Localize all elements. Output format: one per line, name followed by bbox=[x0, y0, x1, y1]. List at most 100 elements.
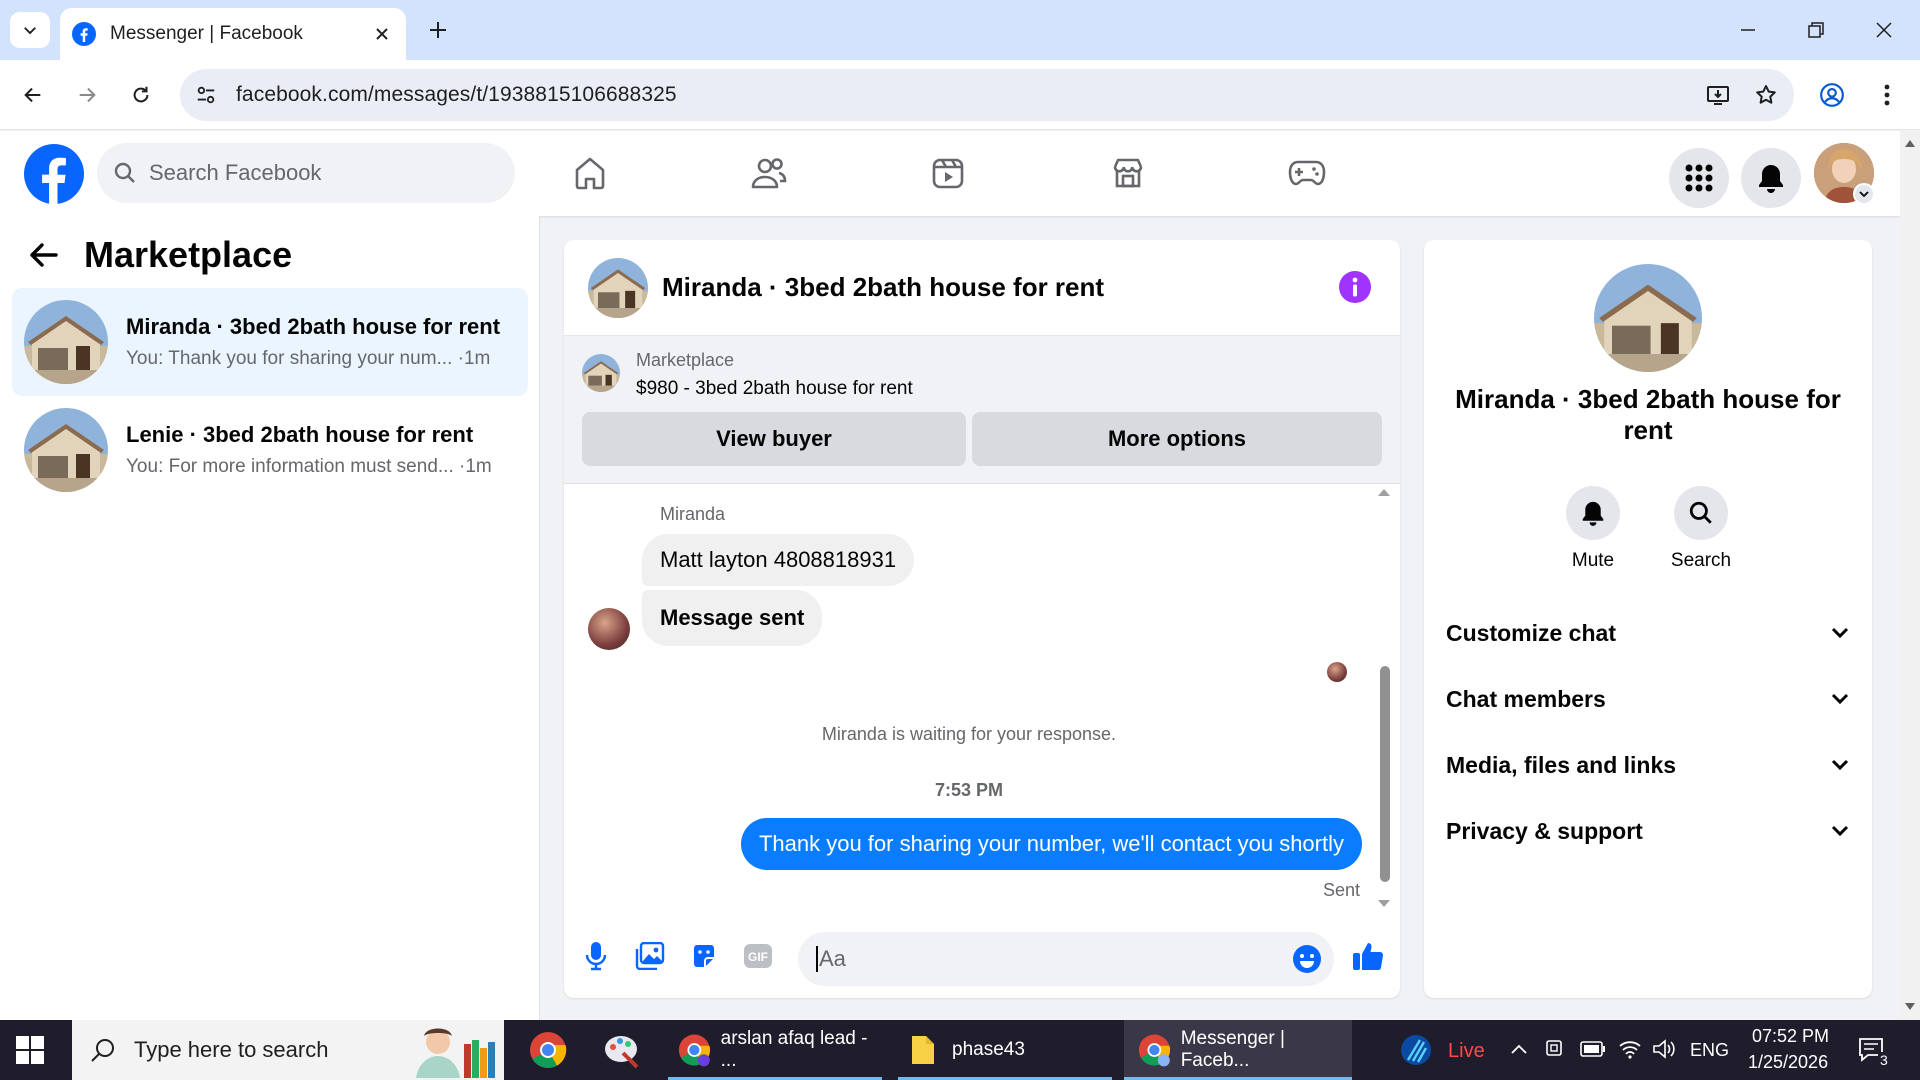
nav-video[interactable] bbox=[888, 143, 1008, 203]
section-media-files-links[interactable]: Media, files and links bbox=[1446, 740, 1850, 790]
chevron-down-icon bbox=[1831, 693, 1849, 705]
emoji-icon[interactable] bbox=[1292, 944, 1322, 974]
listing-title[interactable]: $980 - 3bed 2bath house for rent bbox=[636, 378, 913, 400]
nav-friends[interactable] bbox=[709, 143, 829, 203]
nav-gaming[interactable] bbox=[1247, 143, 1367, 203]
taskbar-chrome[interactable] bbox=[520, 1020, 576, 1080]
back-button[interactable] bbox=[14, 76, 52, 114]
meet-now-icon[interactable] bbox=[1544, 1038, 1566, 1060]
site-info-button[interactable] bbox=[186, 75, 226, 115]
chrome-icon bbox=[530, 1032, 567, 1069]
tab-close-button[interactable] bbox=[370, 22, 394, 46]
notifications-button[interactable] bbox=[1741, 148, 1801, 208]
video-icon bbox=[932, 158, 964, 189]
conversation-item-lenie[interactable]: Lenie · 3bed 2bath house for rent You: F… bbox=[12, 396, 528, 504]
profile-button[interactable] bbox=[1813, 76, 1851, 114]
outgoing-message[interactable]: Thank you for sharing your number, we'll… bbox=[740, 818, 1362, 870]
mute-button[interactable]: Mute bbox=[1538, 486, 1648, 572]
battery-icon[interactable] bbox=[1580, 1040, 1606, 1058]
read-receipt-avatar bbox=[1327, 662, 1347, 682]
microphone-icon bbox=[585, 942, 607, 971]
taskbar-chrome-window-lead[interactable]: arslan afaq lead - ... bbox=[668, 1020, 882, 1080]
address-bar[interactable]: facebook.com/messages/t/1938815106688325 bbox=[180, 69, 1794, 121]
new-tab-button[interactable] bbox=[422, 14, 454, 46]
cricket-live-icon[interactable] bbox=[1400, 1034, 1432, 1066]
house-image-icon bbox=[1594, 264, 1702, 372]
browser-menu-button[interactable] bbox=[1868, 76, 1906, 114]
more-options-button[interactable]: More options bbox=[972, 412, 1382, 466]
conversation-preview: You: For more information must send... ·… bbox=[126, 456, 492, 477]
view-buyer-button[interactable]: View buyer bbox=[582, 412, 966, 466]
incoming-message[interactable]: Message sent bbox=[642, 590, 823, 646]
browser-tab-strip: Messenger | Facebook bbox=[0, 0, 1920, 60]
page-title: Marketplace bbox=[84, 234, 293, 275]
chat-scroll-thumb[interactable] bbox=[1380, 666, 1390, 882]
search-in-conversation-button[interactable]: Search bbox=[1646, 486, 1756, 572]
section-chat-members[interactable]: Chat members bbox=[1446, 674, 1850, 724]
section-label: Customize chat bbox=[1446, 619, 1616, 646]
house-thumbnail bbox=[24, 300, 108, 384]
friends-icon bbox=[751, 158, 787, 189]
nav-marketplace[interactable] bbox=[1068, 143, 1188, 203]
message-thread: Miranda Matt layton 4808818931 Message s… bbox=[564, 484, 1400, 914]
attach-media-button[interactable] bbox=[630, 936, 670, 976]
sticker-button[interactable] bbox=[684, 936, 724, 976]
info-icon[interactable] bbox=[1338, 270, 1372, 304]
conversation-item-miranda[interactable]: Miranda · 3bed 2bath house for rent You:… bbox=[12, 288, 528, 396]
language-indicator[interactable]: ENG bbox=[1690, 1040, 1729, 1061]
facebook-search-input[interactable]: Search Facebook bbox=[97, 143, 515, 203]
windows-start-icon[interactable] bbox=[16, 1036, 44, 1064]
incoming-message[interactable]: Matt layton 4808818931 bbox=[642, 534, 915, 586]
menu-button[interactable] bbox=[1669, 148, 1729, 208]
chevron-down-icon bbox=[24, 27, 36, 35]
chevron-down-icon bbox=[1831, 825, 1849, 837]
sticker-icon bbox=[694, 945, 714, 967]
taskbar-chrome-window-messenger[interactable]: Messenger | Faceb... bbox=[1124, 1020, 1352, 1080]
gif-button[interactable]: GIF bbox=[738, 936, 778, 976]
bookmark-button[interactable] bbox=[1746, 75, 1786, 115]
chat-avatar[interactable] bbox=[588, 257, 648, 318]
minimize-button[interactable] bbox=[1726, 12, 1770, 48]
back-arrow-icon[interactable] bbox=[28, 241, 58, 269]
forward-button[interactable] bbox=[68, 76, 106, 114]
volume-icon[interactable] bbox=[1652, 1038, 1676, 1060]
like-button[interactable] bbox=[1348, 936, 1388, 976]
chevron-up-icon[interactable] bbox=[1510, 1042, 1528, 1056]
facebook-logo-icon[interactable] bbox=[24, 144, 84, 204]
install-app-button[interactable] bbox=[1698, 75, 1738, 115]
restore-button[interactable] bbox=[1794, 12, 1838, 48]
folder-icon bbox=[912, 1036, 934, 1064]
chat-header: Miranda · 3bed 2bath house for rent bbox=[564, 240, 1400, 336]
browser-tab-active[interactable]: Messenger | Facebook bbox=[60, 8, 406, 60]
tab-search-button[interactable] bbox=[10, 12, 50, 48]
message-input[interactable]: Aa bbox=[798, 932, 1334, 986]
taskbar-folder-phase43[interactable]: phase43 bbox=[898, 1020, 1112, 1080]
wifi-icon[interactable] bbox=[1618, 1038, 1642, 1060]
scroll-up-arrow-icon bbox=[1378, 489, 1390, 496]
browser-toolbar: facebook.com/messages/t/1938815106688325 bbox=[0, 60, 1920, 130]
voice-clip-button[interactable] bbox=[576, 936, 616, 976]
page-scrollbar[interactable] bbox=[1900, 131, 1920, 1020]
clock-time[interactable]: 07:52 PM bbox=[1752, 1026, 1829, 1047]
chat-title[interactable]: Miranda · 3bed 2bath house for rent bbox=[662, 272, 1104, 303]
taskbar-paint-app[interactable] bbox=[594, 1020, 650, 1080]
account-menu-badge[interactable] bbox=[1853, 183, 1875, 205]
grid-menu-icon bbox=[1685, 164, 1713, 192]
sender-avatar[interactable] bbox=[588, 608, 630, 650]
svg-text:GIF: GIF bbox=[748, 950, 768, 964]
window-close-button[interactable] bbox=[1862, 12, 1906, 48]
plus-icon bbox=[430, 22, 446, 38]
taskbar-search-box[interactable]: Type here to search bbox=[72, 1020, 504, 1080]
nav-home[interactable] bbox=[530, 143, 650, 203]
message-timestamp: 7:53 PM bbox=[934, 780, 1004, 800]
listing-thumbnail bbox=[582, 354, 620, 392]
clock-date[interactable]: 1/25/2026 bbox=[1748, 1052, 1828, 1073]
conversation-name: Miranda · 3bed 2bath house for rent bbox=[126, 314, 501, 339]
section-customize-chat[interactable]: Customize chat bbox=[1446, 608, 1850, 658]
section-privacy-support[interactable]: Privacy & support bbox=[1446, 806, 1850, 856]
listing-source: Marketplace bbox=[636, 350, 735, 370]
marketplace-icon bbox=[1113, 158, 1143, 188]
chat-pane: Miranda · 3bed 2bath house for rent Mark… bbox=[564, 240, 1400, 998]
reload-button[interactable] bbox=[122, 76, 160, 114]
taskbar-app-label: Messenger | Faceb... bbox=[1180, 1028, 1285, 1071]
